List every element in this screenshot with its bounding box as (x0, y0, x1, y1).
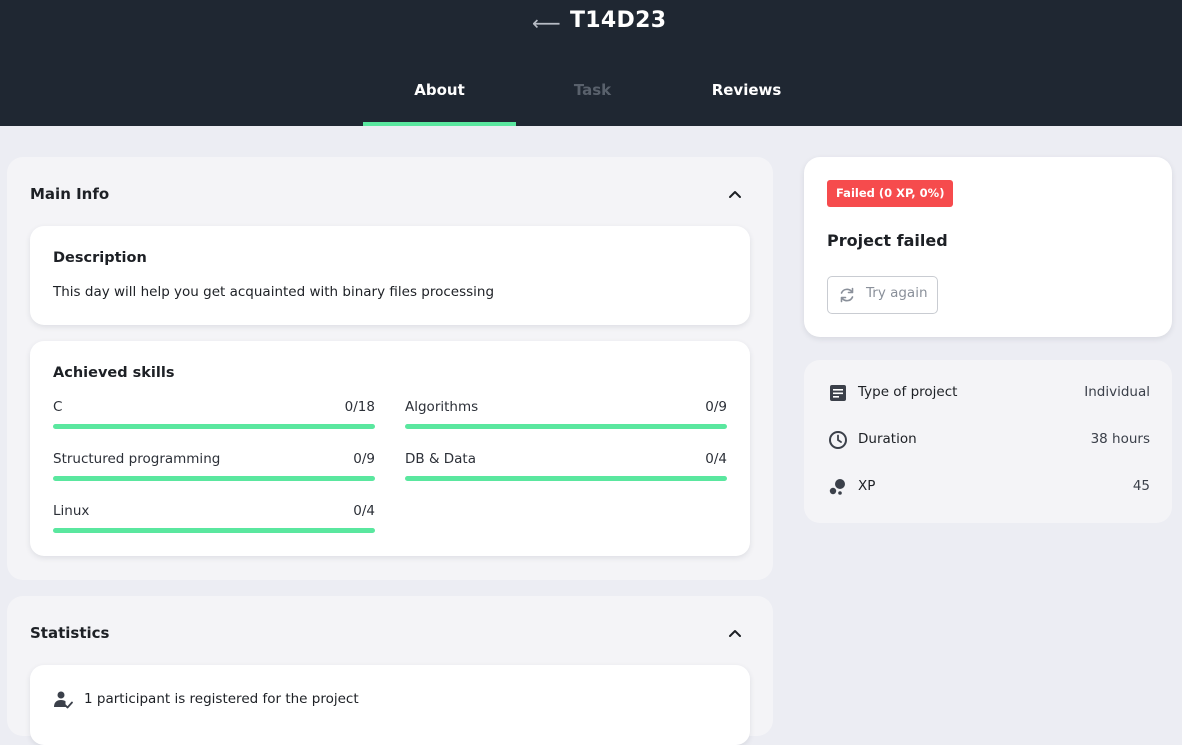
info-value: 38 hours (1090, 431, 1150, 447)
achieved-skills-card: Achieved skills C 0/18 Algorithms 0/9 St… (30, 341, 750, 556)
skill-progress-bar (53, 476, 375, 481)
project-status-card: Failed (0 XP, 0%) Project failed Try aga… (804, 157, 1172, 337)
skill-name: DB & Data (405, 451, 477, 467)
status-badge: Failed (0 XP, 0%) (827, 180, 954, 207)
back-arrow-icon[interactable]: ⟵ (532, 12, 561, 34)
info-row-duration: Duration 38 hours (828, 429, 1150, 453)
skill-score: 0/4 (353, 503, 375, 519)
info-key: XP (858, 478, 876, 494)
skill-db-data: DB & Data 0/4 (405, 451, 727, 481)
tab-task[interactable]: Task (516, 80, 669, 126)
tab-about[interactable]: About (363, 80, 516, 126)
skill-score: 0/9 (353, 451, 375, 467)
participants-text: 1 participant is registered for the proj… (84, 691, 359, 707)
achieved-skills-heading: Achieved skills (53, 365, 175, 381)
project-info-panel: Type of project Individual Duration 38 h… (804, 360, 1172, 523)
description-text: This day will help you get acquainted wi… (53, 284, 495, 300)
skill-linux: Linux 0/4 (53, 503, 375, 533)
skill-score: 0/18 (344, 399, 375, 415)
skill-name: Linux (53, 503, 90, 519)
info-key: Duration (858, 431, 917, 447)
skill-name: Algorithms (405, 399, 479, 415)
main-info-panel: Main Info Description This day will help… (7, 157, 773, 580)
skill-score: 0/4 (705, 451, 727, 467)
statistics-panel: Statistics 1 participant is registered f… (7, 596, 773, 745)
tab-reviews-label: Reviews (711, 81, 782, 99)
xp-icon (829, 479, 845, 495)
active-tab-indicator (363, 122, 516, 126)
info-value: 45 (1132, 478, 1150, 494)
tab-reviews[interactable]: Reviews (670, 80, 823, 126)
tab-task-label: Task (573, 81, 612, 99)
skill-algorithms: Algorithms 0/9 (405, 399, 727, 429)
project-status-title: Project failed (827, 231, 948, 250)
info-key: Type of project (858, 384, 958, 400)
description-heading: Description (53, 250, 147, 266)
clock-icon (829, 431, 847, 449)
document-icon (830, 385, 846, 401)
skill-score: 0/9 (705, 399, 727, 415)
info-row-xp: XP 45 (828, 476, 1150, 500)
skill-name: Structured programming (53, 451, 221, 467)
try-again-label: Try again (866, 285, 928, 301)
page-title: T14D23 (570, 8, 667, 33)
skill-progress-bar (405, 476, 727, 481)
page-header: ⟵ T14D23 About Task Reviews (0, 0, 1182, 126)
skill-progress-bar (53, 424, 375, 429)
skill-name: C (53, 399, 63, 415)
try-again-button[interactable]: Try again (827, 276, 938, 314)
chevron-up-icon[interactable] (728, 627, 742, 641)
statistics-title: Statistics (30, 624, 110, 642)
skill-c: C 0/18 (53, 399, 375, 429)
refresh-icon (840, 287, 854, 303)
tab-about-label: About (414, 81, 465, 99)
skill-progress-bar (53, 528, 375, 533)
skill-progress-bar (405, 424, 727, 429)
info-row-type: Type of project Individual (828, 382, 1150, 406)
participants-card: 1 participant is registered for the proj… (30, 665, 750, 745)
main-info-title: Main Info (30, 185, 110, 203)
info-value: Individual (1084, 384, 1150, 400)
description-card: Description This day will help you get a… (30, 226, 750, 325)
user-check-icon (54, 691, 73, 709)
chevron-up-icon[interactable] (728, 188, 742, 202)
skill-structured-programming: Structured programming 0/9 (53, 451, 375, 481)
